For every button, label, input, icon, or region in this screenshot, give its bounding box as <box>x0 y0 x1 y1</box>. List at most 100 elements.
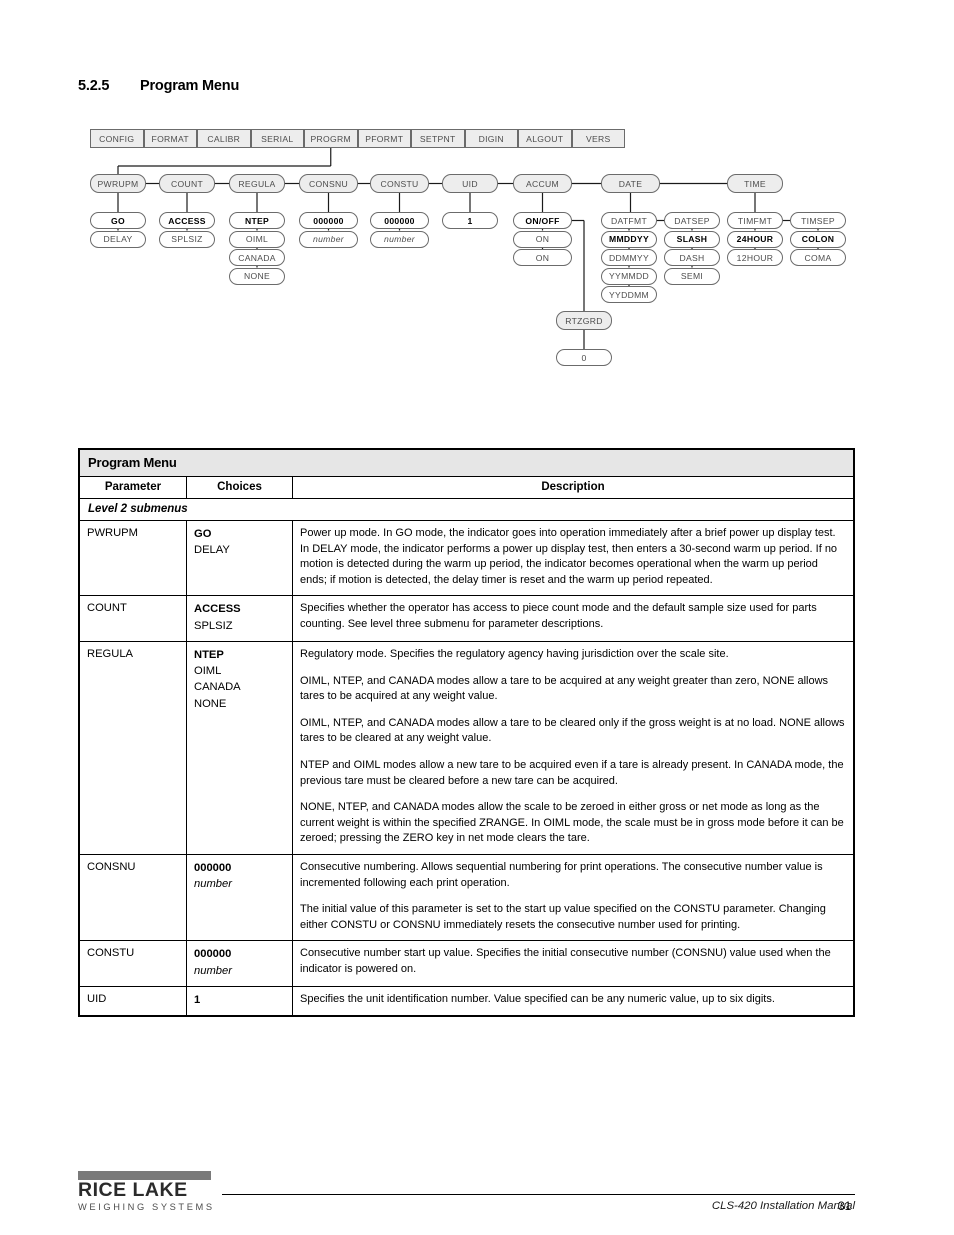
cell-choices: 000000 number <box>186 853 293 942</box>
choice-timsep-colon[interactable]: COLON <box>790 230 846 248</box>
table-row: COUNT ACCESS SPLSIZ Specifies whether the o… <box>79 595 854 642</box>
cell-choices: ACCESS SPLSIZ <box>186 595 293 642</box>
choice-constu-number[interactable]: number <box>370 230 429 248</box>
choice-consnu-000000[interactable]: 000000 <box>299 212 358 229</box>
menu-node-count[interactable]: COUNT <box>159 174 215 193</box>
description-paragraph: NONE, NTEP, and CANADA modes allow the s… <box>300 801 844 845</box>
cell-description: Consecutive number start up value. Speci… <box>292 940 854 987</box>
description-paragraph: Specifies the unit identification number… <box>300 992 775 1005</box>
choice-value: NONE <box>194 697 227 710</box>
menu-item-serial[interactable]: SERIAL <box>250 129 304 148</box>
choice-value: number <box>194 878 232 891</box>
table-row: CONSTU 000000 number Consecutive number sta… <box>79 940 854 987</box>
cell-choices: 000000 number <box>186 940 293 987</box>
menu-item-algout[interactable]: ALGOUT <box>518 129 572 148</box>
menu-node-time[interactable]: TIME <box>727 174 783 193</box>
choice-regula-canada[interactable]: CANADA <box>229 249 285 266</box>
menu-item-format[interactable]: FORMAT <box>143 129 197 148</box>
menu-node-pwrupm[interactable]: PWRUPM <box>90 174 146 193</box>
table-row: CONSNU 000000 number Consecutive numbering.… <box>79 853 854 942</box>
choice-rtzgrd-0[interactable]: 0 <box>556 349 612 366</box>
menu-item-vers[interactable]: VERS <box>571 129 625 148</box>
column-header-choices: Choices <box>186 476 293 499</box>
choice-value: number <box>194 964 232 977</box>
choice-consnu-number[interactable]: number <box>299 230 358 248</box>
menu-node-uid[interactable]: UID <box>442 174 498 193</box>
logo-tagline: WEIGHING SYSTEMS <box>78 1201 215 1212</box>
cell-description: Specifies whether the operator has acces… <box>292 595 854 642</box>
description-paragraph: Consecutive number start up value. Speci… <box>300 947 831 976</box>
choice-datfmt-mmddyy[interactable]: MMDDYY <box>601 230 657 248</box>
cell-description: Power up mode. In GO mode, the indicator… <box>292 519 854 597</box>
choice-pwrupm-go[interactable]: GO <box>90 212 146 229</box>
choice-constu-000000[interactable]: 000000 <box>370 212 429 229</box>
menu-node-date[interactable]: DATE <box>601 174 660 193</box>
choice-value: 1 <box>194 993 201 1006</box>
menu-node-accum[interactable]: ACCUM <box>513 174 572 193</box>
description-paragraph: OIML, NTEP, and CANADA modes allow a tar… <box>300 674 829 703</box>
footer-divider <box>222 1194 855 1196</box>
choice-value: SPLSIZ <box>194 619 233 632</box>
footer-page-number: 31 <box>838 1199 852 1213</box>
description-paragraph: NTEP and OIML modes allow a new tare to … <box>300 758 844 787</box>
choice-datfmt-yymmdd[interactable]: YYMMDD <box>601 267 657 285</box>
choice-timsep-coma[interactable]: COMA <box>790 249 846 266</box>
program-menu-diagram: CONFIG FORMAT CALIBR SERIAL PROGRM PFORMT SETP… <box>0 0 954 430</box>
cell-parameter: PWRUPM <box>79 519 187 597</box>
choice-accum-on[interactable]: ON <box>513 230 572 248</box>
cell-parameter: CONSNU <box>79 853 187 942</box>
menu-item-setpnt[interactable]: SETPNT <box>411 129 465 148</box>
choice-datfmt-yyddmm[interactable]: YYDDMM <box>601 286 657 303</box>
choice-datsep-dash[interactable]: DASH <box>664 249 720 266</box>
description-paragraph: The initial value of this parameter is s… <box>300 903 826 931</box>
cell-description: Regulatory mode. Specifies the regulator… <box>292 640 854 856</box>
menu-node-rtzgrd[interactable]: RTZGRD <box>556 311 612 330</box>
rice-lake-logo: RICE LAKE WEIGHING SYSTEMS <box>78 1171 224 1212</box>
description-paragraph: In DELAY mode, the indicator performs a … <box>300 542 838 586</box>
cell-parameter: REGULA <box>79 640 187 856</box>
choice-regula-ntep[interactable]: NTEP <box>229 212 285 229</box>
choice-accum-on[interactable]: ON <box>513 249 572 266</box>
table-subheader: Level 2 submenus <box>79 498 854 521</box>
menu-item-digin[interactable]: DIGIN <box>464 129 518 148</box>
choice-pwrupm-delay[interactable]: DELAY <box>90 230 146 248</box>
cell-choices: GO DELAY <box>186 519 293 597</box>
choice-datsep-semi[interactable]: SEMI <box>664 267 720 285</box>
choice-value: OIML <box>194 665 222 678</box>
choice-count-splsiz[interactable]: SPLSIZ <box>159 230 215 248</box>
menu-node-constu[interactable]: CONSTU <box>370 174 429 193</box>
choice-value: NTEP <box>194 648 224 661</box>
choice-timfmt-24hour[interactable]: 24HOUR <box>727 230 783 248</box>
menu-item-pformt[interactable]: PFORMT <box>357 129 411 148</box>
menu-item-progrm[interactable]: PROGRM <box>304 129 358 148</box>
menu-node-datsep[interactable]: DATSEP <box>664 212 720 229</box>
cell-parameter: UID <box>79 985 187 1017</box>
choice-value: 000000 <box>194 948 232 961</box>
choice-datfmt-ddmmyy[interactable]: DDMMYY <box>601 249 657 266</box>
choice-count-access[interactable]: ACCESS <box>159 212 215 229</box>
menu-node-datfmt[interactable]: DATFMT <box>601 212 657 229</box>
choice-accum-on-off[interactable]: ON/OFF <box>513 212 572 229</box>
menu-node-consnu[interactable]: CONSNU <box>299 174 358 193</box>
cell-choices: 1 <box>186 985 293 1017</box>
cell-choices: NTEP OIML CANADA NONE <box>186 640 293 856</box>
description-paragraph: Power up mode. In GO mode, the indicator… <box>300 527 836 539</box>
table-title-row: Program Menu <box>79 449 854 477</box>
menu-item-calibr[interactable]: CALIBR <box>197 129 251 148</box>
choice-value: ACCESS <box>194 603 241 616</box>
description-paragraph: Specifies whether the operator has acces… <box>300 602 817 631</box>
choice-regula-none[interactable]: NONE <box>229 267 285 285</box>
menu-node-timfmt[interactable]: TIMFMT <box>727 212 783 229</box>
table-row: PWRUPM GO DELAY Power up mode. In GO mode, … <box>79 519 854 597</box>
choice-value: CANADA <box>194 681 241 694</box>
choice-timfmt-12hour[interactable]: 12HOUR <box>727 249 783 266</box>
cell-description: Specifies the unit identification number… <box>292 985 854 1017</box>
menu-node-timsep[interactable]: TIMSEP <box>790 212 846 229</box>
menu-node-regula[interactable]: REGULA <box>229 174 285 193</box>
choice-regula-oiml[interactable]: OIML <box>229 230 285 248</box>
table-subheader-row: Level 2 submenus <box>79 498 854 521</box>
choice-datsep-slash[interactable]: SLASH <box>664 230 720 248</box>
menu-item-config[interactable]: CONFIG <box>90 129 144 148</box>
choice-uid-1[interactable]: 1 <box>442 212 498 229</box>
cell-parameter: COUNT <box>79 595 187 642</box>
